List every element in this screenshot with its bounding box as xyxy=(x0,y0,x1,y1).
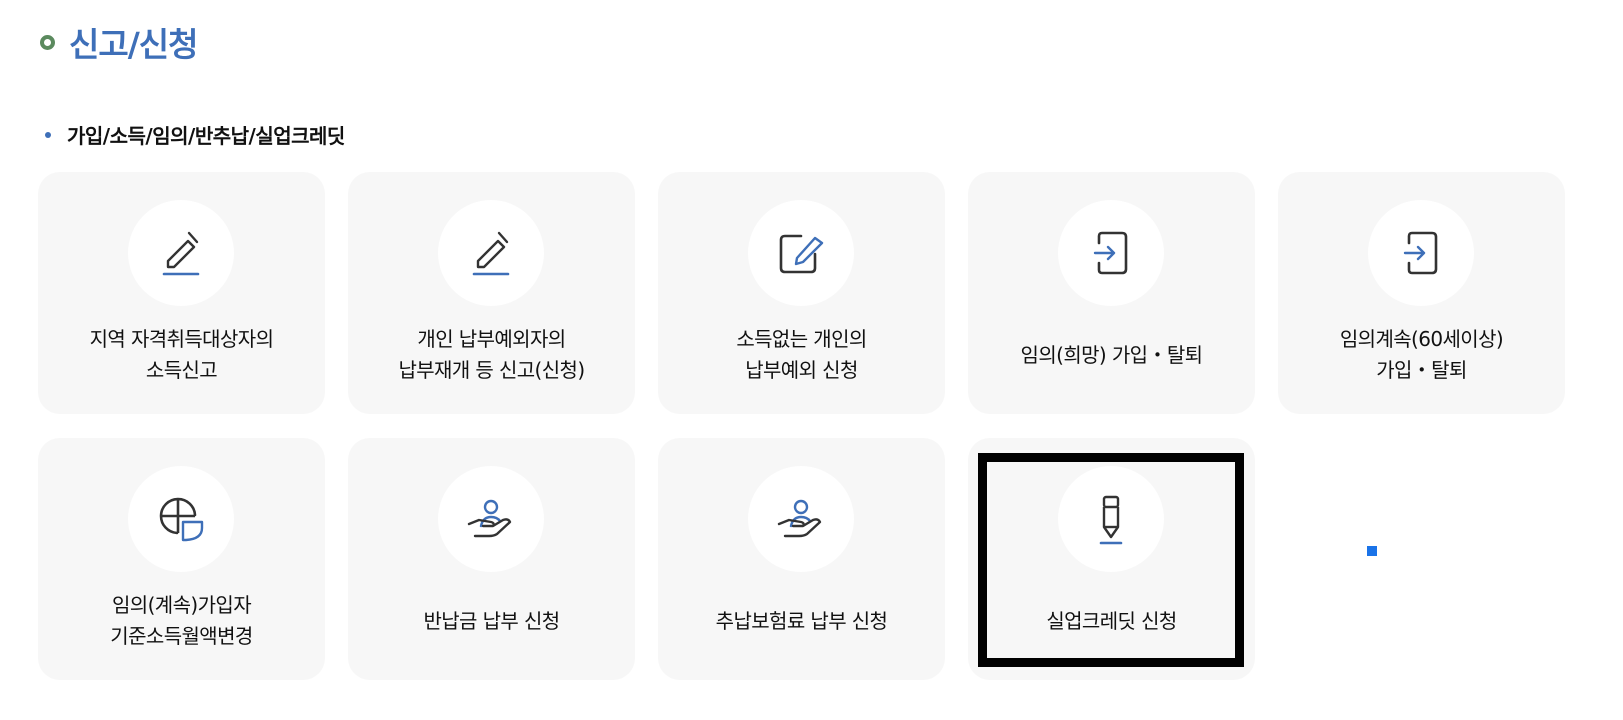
sign-in-icon xyxy=(1093,231,1128,275)
service-card-continued-join[interactable]: 임의계속(60세이상) 가입・탈퇴 xyxy=(1278,172,1565,414)
page-title-text: 신고/신청 xyxy=(69,25,198,64)
bullet-dot-icon xyxy=(45,131,51,138)
hand-person-icon xyxy=(777,499,822,538)
note-edit-icon xyxy=(779,234,824,274)
service-card-refund-payment[interactable]: 반납금 납부 신청 xyxy=(348,438,635,680)
pencil-edit-icon xyxy=(162,231,200,276)
title-bullet-icon xyxy=(40,34,55,50)
focus-marker xyxy=(1367,546,1377,556)
selection-highlight-box xyxy=(978,453,1244,667)
service-card-late-payment[interactable]: 추납보험료 납부 신청 xyxy=(658,438,945,680)
sign-in-icon xyxy=(1403,231,1438,275)
section-heading-text: 가입/소득/임의/반추납/실업크레딧 xyxy=(67,124,345,148)
pencil-edit-icon xyxy=(472,231,510,276)
icon-circle xyxy=(128,200,234,306)
card-label: 임의(계속)가입자 기준소득월액변경 xyxy=(110,593,253,648)
icon-circle xyxy=(748,200,854,306)
icon-circle xyxy=(1058,200,1164,306)
page-title: 신고/신청 xyxy=(40,18,198,66)
service-card-income-change[interactable]: 임의(계속)가입자 기준소득월액변경 xyxy=(38,438,325,680)
service-card-payment-resume[interactable]: 개인 납부예외자의 납부재개 등 신고(신청) xyxy=(348,172,635,414)
card-label: 지역 자격취득대상자의 소득신고 xyxy=(89,327,274,382)
service-card-payment-exemption[interactable]: 소득없는 개인의 납부예외 신청 xyxy=(658,172,945,414)
card-label: 추납보험료 납부 신청 xyxy=(715,608,888,633)
icon-circle xyxy=(1368,200,1474,306)
card-label: 임의(희망) 가입・탈퇴 xyxy=(1020,342,1204,367)
icon-circle xyxy=(438,200,544,306)
card-label: 임의계속(60세이상) 가입・탈퇴 xyxy=(1339,327,1504,382)
service-card-income-report[interactable]: 지역 자격취득대상자의 소득신고 xyxy=(38,172,325,414)
icon-circle xyxy=(128,466,234,572)
icon-circle xyxy=(748,466,854,572)
hand-person-icon xyxy=(467,499,512,538)
globe-shield-icon xyxy=(159,497,204,542)
card-label: 개인 납부예외자의 납부재개 등 신고(신청) xyxy=(398,327,585,382)
card-label: 반납금 납부 신청 xyxy=(423,608,560,633)
card-label: 소득없는 개인의 납부예외 신청 xyxy=(736,327,867,382)
icon-circle xyxy=(438,466,544,572)
service-card-voluntary-join[interactable]: 임의(희망) 가입・탈퇴 xyxy=(968,172,1255,414)
section-heading: 가입/소득/임의/반추납/실업크레딧 xyxy=(45,120,345,149)
